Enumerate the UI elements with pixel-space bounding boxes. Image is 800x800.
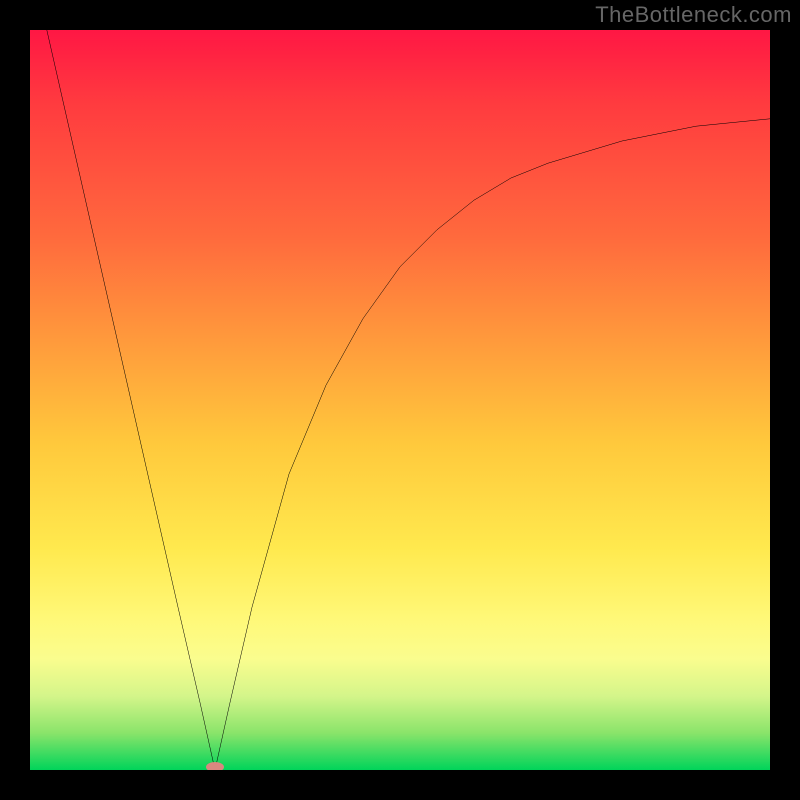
plot-area xyxy=(30,30,770,770)
minimum-marker xyxy=(206,762,224,770)
bottleneck-curve xyxy=(30,30,770,770)
watermark-text: TheBottleneck.com xyxy=(595,2,792,28)
curve-path xyxy=(30,30,770,770)
chart-frame: TheBottleneck.com xyxy=(0,0,800,800)
